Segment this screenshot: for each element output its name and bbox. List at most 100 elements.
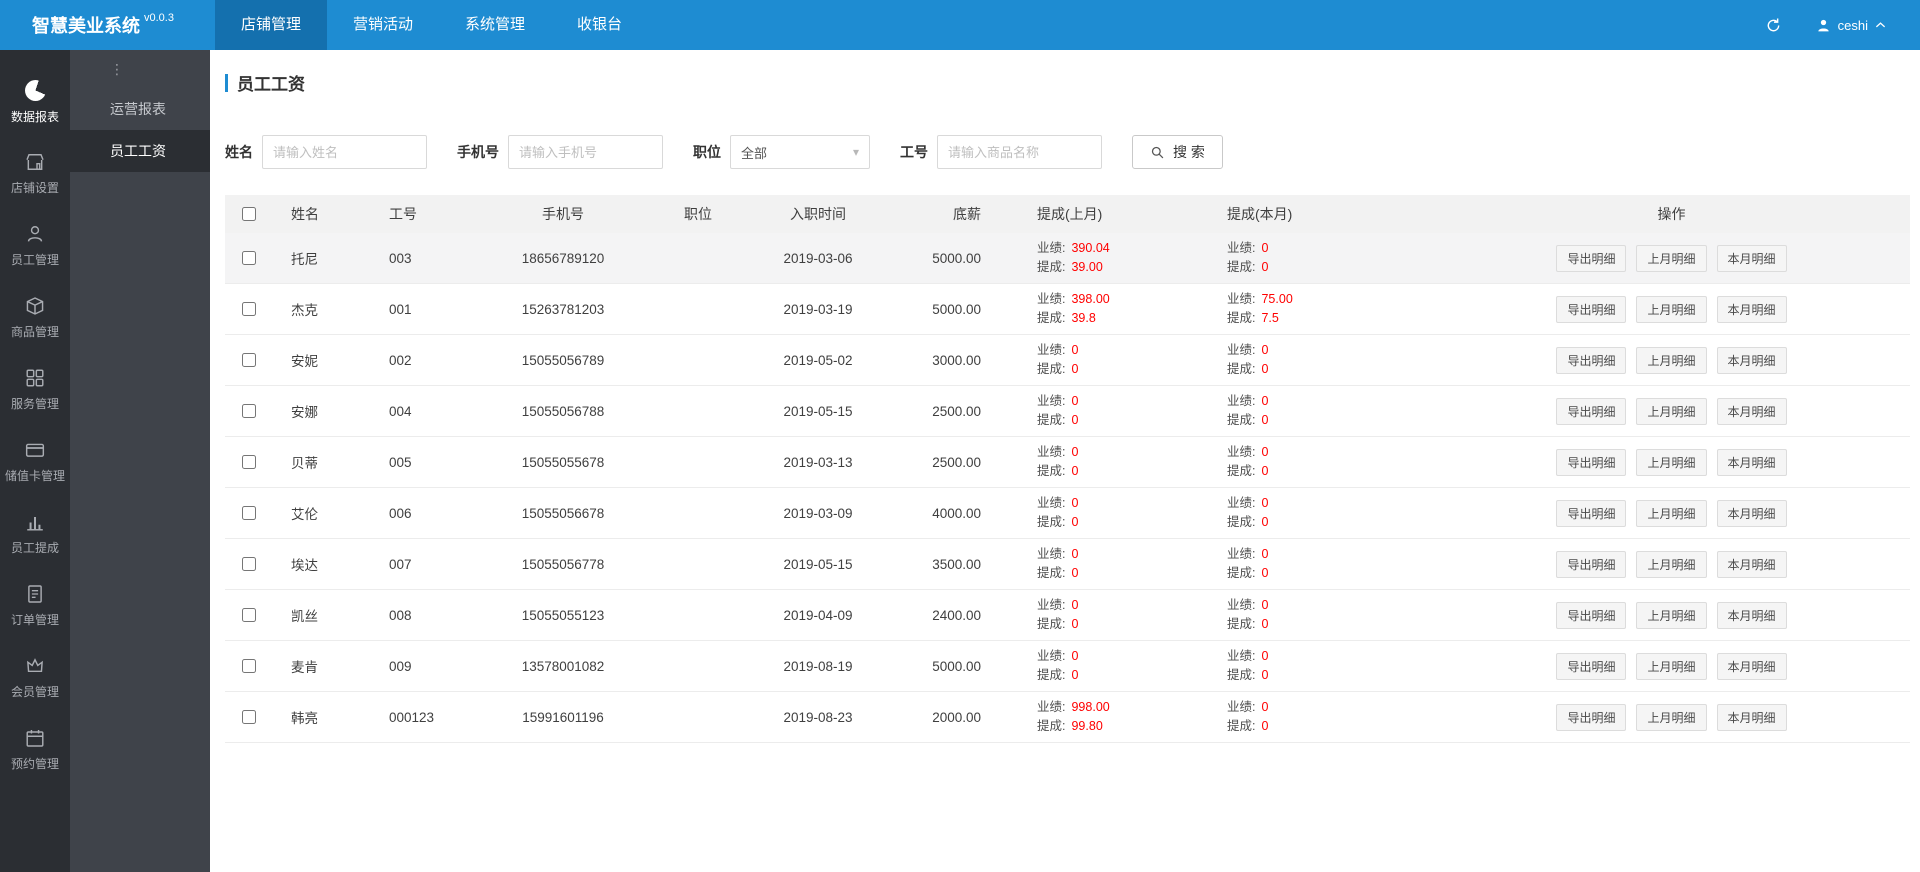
- this-month-detail-button[interactable]: 本月明细: [1716, 550, 1787, 578]
- row-checkbox[interactable]: [242, 404, 256, 418]
- commission-value: 0: [1071, 413, 1079, 427]
- export-detail-button[interactable]: 导出明细: [1556, 601, 1627, 629]
- this-month-detail-button[interactable]: 本月明细: [1716, 703, 1787, 731]
- sidebar-item-appointment-management[interactable]: 预约管理: [0, 722, 70, 794]
- submenu-item-operation-report[interactable]: 运营报表: [70, 88, 210, 130]
- top-nav-cashier[interactable]: 收银台: [551, 0, 648, 50]
- row-checkbox[interactable]: [242, 557, 256, 571]
- this-month-detail-button[interactable]: 本月明细: [1716, 652, 1787, 680]
- row-actions: 导出明细 上月明细 本月明细: [1433, 652, 1910, 680]
- table-row: 杰克 001 15263781203 2019-03-19 5000.00 业绩…: [225, 284, 1910, 335]
- row-checkbox[interactable]: [242, 455, 256, 469]
- search-icon: [1151, 146, 1164, 158]
- sidebar-item-value-card-management[interactable]: 储值卡管理: [0, 434, 70, 506]
- export-detail-button[interactable]: 导出明细: [1556, 346, 1627, 374]
- title-accent-bar: [225, 73, 228, 92]
- last-month-detail-button[interactable]: 上月明细: [1636, 550, 1707, 578]
- employee-number: 000123: [389, 709, 435, 725]
- commission-value: 0: [1261, 464, 1269, 478]
- sidebar-item-staff-commission[interactable]: 员工提成: [0, 506, 70, 578]
- last-month-detail-button[interactable]: 上月明细: [1636, 652, 1707, 680]
- user-menu[interactable]: ceshi: [1816, 18, 1886, 33]
- row-checkbox[interactable]: [242, 353, 256, 367]
- header-commission-this-month: 提成(本月): [1227, 206, 1293, 222]
- export-detail-button[interactable]: 导出明细: [1556, 703, 1627, 731]
- username: ceshi: [1837, 17, 1868, 33]
- main-content: 员工工资 姓名 手机号 职位 全部 ▾ 工号: [210, 50, 1920, 872]
- sidebar-item-data-reports[interactable]: 数据报表: [0, 74, 70, 146]
- export-detail-button[interactable]: 导出明细: [1556, 499, 1627, 527]
- row-checkbox[interactable]: [242, 302, 256, 316]
- sidebar-item-label: 店铺设置: [10, 181, 59, 195]
- commission-this-month: 业绩: 0 提成: 0: [1183, 647, 1433, 685]
- row-checkbox[interactable]: [242, 710, 256, 724]
- employee-number: 008: [389, 607, 412, 623]
- empno-input[interactable]: [937, 135, 1102, 169]
- commission-this-month: 业绩: 0 提成: 0: [1183, 698, 1433, 736]
- sidebar-item-goods-management[interactable]: 商品管理: [0, 290, 70, 362]
- last-month-detail-button[interactable]: 上月明细: [1636, 499, 1707, 527]
- this-month-detail-button[interactable]: 本月明细: [1716, 244, 1787, 272]
- this-month-detail-button[interactable]: 本月明细: [1716, 448, 1787, 476]
- row-actions: 导出明细 上月明细 本月明细: [1433, 499, 1910, 527]
- commission-this-month: 业绩: 0 提成: 0: [1183, 341, 1433, 379]
- last-month-detail-button[interactable]: 上月明细: [1636, 448, 1707, 476]
- submenu-item-staff-salary[interactable]: 员工工资: [70, 130, 210, 172]
- commission-last-month: 业绩: 0 提成: 0: [993, 494, 1183, 532]
- last-month-detail-button[interactable]: 上月明细: [1636, 295, 1707, 323]
- position-select[interactable]: 全部 ▾: [730, 135, 870, 169]
- last-month-detail-button[interactable]: 上月明细: [1636, 601, 1707, 629]
- select-all-checkbox[interactable]: [242, 207, 256, 221]
- export-detail-button[interactable]: 导出明细: [1556, 295, 1627, 323]
- sidebar-item-staff-management[interactable]: 员工管理: [0, 218, 70, 290]
- filter-empno: 工号: [900, 135, 1102, 169]
- name-input[interactable]: [262, 135, 427, 169]
- row-checkbox[interactable]: [242, 251, 256, 265]
- commission-value: 0: [1071, 566, 1079, 580]
- export-detail-button[interactable]: 导出明细: [1556, 397, 1627, 425]
- last-month-detail-button[interactable]: 上月明细: [1636, 703, 1707, 731]
- sidebar-item-member-management[interactable]: 会员管理: [0, 650, 70, 722]
- secondary-sidebar: ⋮ 运营报表 员工工资: [70, 50, 210, 872]
- sidebar-item-order-management[interactable]: 订单管理: [0, 578, 70, 650]
- top-nav-shop-management[interactable]: 店铺管理: [215, 0, 328, 50]
- last-month-detail-button[interactable]: 上月明细: [1636, 397, 1707, 425]
- app-version: v0.0.3: [144, 12, 174, 24]
- employee-table: 姓名 工号 手机号 职位 入职时间 底薪 提成(上月) 提成(本月) 操作 托尼…: [225, 195, 1910, 743]
- row-checkbox[interactable]: [242, 659, 256, 673]
- top-nav-system[interactable]: 系统管理: [439, 0, 551, 50]
- last-month-detail-button[interactable]: 上月明细: [1636, 346, 1707, 374]
- performance-value: 998.00: [1071, 700, 1110, 714]
- performance-label: 业绩:: [1227, 496, 1256, 510]
- export-detail-button[interactable]: 导出明细: [1556, 550, 1627, 578]
- top-nav-marketing[interactable]: 营销活动: [327, 0, 439, 50]
- commission-last-month: 业绩: 390.04 提成: 39.00: [993, 239, 1183, 277]
- this-month-detail-button[interactable]: 本月明细: [1716, 346, 1787, 374]
- performance-label: 业绩:: [1227, 700, 1256, 714]
- performance-label: 业绩:: [1037, 445, 1066, 459]
- this-month-detail-button[interactable]: 本月明细: [1716, 397, 1787, 425]
- this-month-detail-button[interactable]: 本月明细: [1716, 601, 1787, 629]
- row-actions: 导出明细 上月明细 本月明细: [1433, 346, 1910, 374]
- sidebar-item-shop-settings[interactable]: 店铺设置: [0, 146, 70, 218]
- search-button[interactable]: 搜 索: [1132, 135, 1223, 169]
- phone-input[interactable]: [508, 135, 663, 169]
- base-salary: 5000.00: [932, 301, 981, 317]
- user-icon: [27, 226, 43, 242]
- export-detail-button[interactable]: 导出明细: [1556, 448, 1627, 476]
- export-detail-button[interactable]: 导出明细: [1556, 652, 1627, 680]
- export-detail-button[interactable]: 导出明细: [1556, 244, 1627, 272]
- commission-label: 提成:: [1037, 566, 1066, 580]
- last-month-detail-button[interactable]: 上月明细: [1636, 244, 1707, 272]
- this-month-detail-button[interactable]: 本月明细: [1716, 499, 1787, 527]
- sidebar-item-service-management[interactable]: 服务管理: [0, 362, 70, 434]
- this-month-detail-button[interactable]: 本月明细: [1716, 295, 1787, 323]
- sidebar-item-label: 订单管理: [10, 613, 59, 627]
- row-checkbox[interactable]: [242, 506, 256, 520]
- performance-value: 0: [1071, 445, 1079, 459]
- refresh-icon[interactable]: [1765, 17, 1782, 34]
- more-vertical-icon[interactable]: ⋮: [70, 50, 210, 88]
- table-row: 托尼 003 18656789120 2019-03-06 5000.00 业绩…: [225, 233, 1910, 284]
- row-checkbox[interactable]: [242, 608, 256, 622]
- base-salary: 2500.00: [932, 454, 981, 470]
